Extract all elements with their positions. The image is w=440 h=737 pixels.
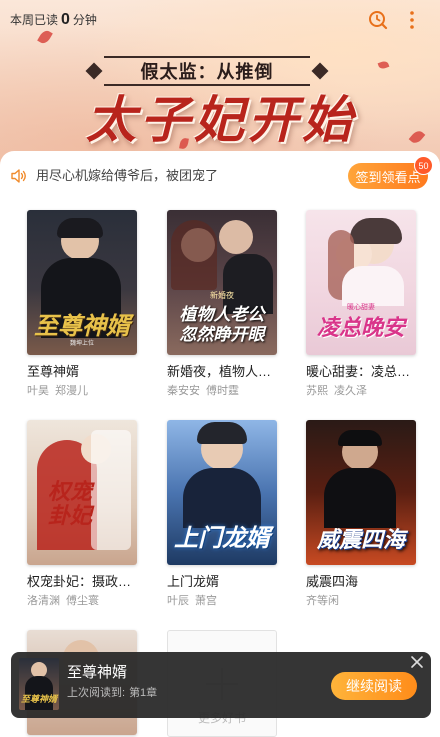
book-item[interactable]: 至尊神婿 魏坤上位 至尊神婿 叶昊 郑漫儿 (27, 210, 137, 399)
book-item[interactable]: 新婚夜 植物人老公 忽然睁开眼 新婚夜，植物人老公忽然睁开眼 秦安安傅时霆 (167, 210, 277, 399)
book-authors: 叶昊 郑漫儿 (27, 383, 137, 399)
cover-title: 权宠卦妃 (47, 479, 92, 529)
book-item[interactable]: 凌总晚安 暖心甜妻 暖心甜妻：凌总晚安 苏熙 凌久泽 (306, 210, 416, 399)
book-item[interactable]: 权宠卦妃 权宠卦妃：摄政王的心尖宠 洛清渊傅尘寰 (27, 420, 137, 609)
popup-cover-title: 至尊神婿 (20, 695, 57, 705)
book-item[interactable]: 威震四海 威震四海 齐等闲 (306, 420, 416, 609)
cover-title: 至尊神婿 (34, 311, 130, 340)
popup-last-read: 上次阅读到: 第1章 (67, 684, 157, 700)
cover-face (219, 220, 253, 254)
cover-title: 威震四海 (316, 527, 405, 553)
banner-title: 太子妃开始 (86, 90, 356, 149)
book-cover[interactable]: 威震四海 (306, 420, 416, 565)
continue-reading-button[interactable]: 继续阅读 (331, 672, 417, 700)
book-author: 齐等闲 (306, 595, 339, 607)
book-title: 威震四海 (306, 574, 359, 589)
top-banner[interactable]: 本周已读 0 分钟 假太监：从推倒 太子妃开始 (0, 0, 440, 170)
book-title: 新婚夜，植物人老公忽然睁开眼 (167, 364, 277, 379)
weekly-prefix: 本周已读 (10, 13, 59, 27)
cover-hair (197, 422, 247, 444)
book-authors: 洛清渊 傅尘寰 (27, 593, 137, 609)
cover-subtitle: 暖心甜妻 (347, 304, 375, 311)
search-clock-icon[interactable] (366, 8, 390, 32)
book-authors: 苏熙 凌久泽 (306, 383, 416, 399)
book-author: 傅尘寰 (66, 595, 99, 607)
book-author: 苏熙 (306, 385, 328, 397)
book-author: 洛清渊 (27, 595, 60, 607)
book-title: 权宠卦妃：摄政王的心尖宠 (27, 574, 137, 589)
last-read-label: 上次阅读到: (67, 687, 126, 699)
last-read-chapter: 第1章 (129, 687, 158, 699)
book-authors: 叶辰 萧宫 (167, 593, 277, 609)
petal-decoration (377, 60, 390, 70)
weekly-minutes: 0 (61, 11, 70, 28)
book-cover[interactable]: 权宠卦妃 (27, 420, 137, 565)
book-cover[interactable]: 凌总晚安 暖心甜妻 (306, 210, 416, 355)
continue-reading-popup[interactable]: 至尊神婿 至尊神婿 上次阅读到: 第1章 继续阅读 (11, 652, 431, 718)
cover-title: 凌总晚安 (316, 315, 405, 341)
notice-bar: 用尽心机嫁给傅爷后，被团宠了 签到领看点 50 (0, 151, 440, 201)
cover-body (324, 468, 396, 528)
weekly-suffix: 分钟 (72, 13, 97, 27)
cover-silk (91, 430, 131, 550)
more-vertical-icon[interactable] (400, 8, 424, 32)
close-icon[interactable] (409, 654, 425, 670)
popup-book-cover[interactable]: 至尊神婿 (19, 658, 59, 710)
cover-hair (338, 430, 382, 446)
petal-decoration (408, 128, 426, 146)
speaker-icon (10, 167, 28, 185)
top-bar: 本周已读 0 分钟 (10, 10, 430, 30)
notice-text[interactable]: 用尽心机嫁给傅爷后，被团宠了 (36, 166, 218, 186)
book-cover[interactable]: 新婚夜 植物人老公 忽然睁开眼 (167, 210, 277, 355)
cover-hair (57, 218, 103, 238)
book-author: 凌久泽 (334, 385, 367, 397)
book-title: 暖心甜妻：凌总晚安 (306, 364, 416, 379)
cover-subtitle: 魏坤上位 (69, 341, 94, 347)
book-authors: 秦安安 傅时霆 (167, 383, 277, 399)
cover-body (342, 266, 404, 306)
checkin-badge: 50 (414, 156, 433, 175)
book-cover[interactable]: 上门龙婿 (167, 420, 277, 565)
petal-decoration (37, 28, 53, 46)
book-author: 叶辰 (167, 595, 189, 607)
book-title: 至尊神婿 (27, 364, 80, 379)
book-title: 上门龙婿 (167, 574, 220, 589)
book-author: 萧宫 (195, 595, 217, 607)
cover-title-line2: 忽然睁开眼 (179, 325, 265, 345)
book-author: 郑漫儿 (55, 385, 88, 397)
cover-hair (350, 218, 402, 244)
popup-book-title: 至尊神婿 (67, 664, 128, 681)
cover-title: 上门龙婿 (174, 523, 270, 552)
cover-hair (171, 220, 217, 290)
book-authors: 齐等闲 (306, 593, 416, 609)
book-author: 傅时霆 (206, 385, 239, 397)
weekly-reading-time: 本周已读 0 分钟 (10, 10, 97, 30)
book-author: 秦安安 (167, 385, 200, 397)
book-cover[interactable]: 至尊神婿 魏坤上位 (27, 210, 137, 355)
book-item[interactable]: 上门龙婿 上门龙婿 叶辰 萧宫 (167, 420, 277, 609)
book-author: 叶昊 (27, 385, 49, 397)
